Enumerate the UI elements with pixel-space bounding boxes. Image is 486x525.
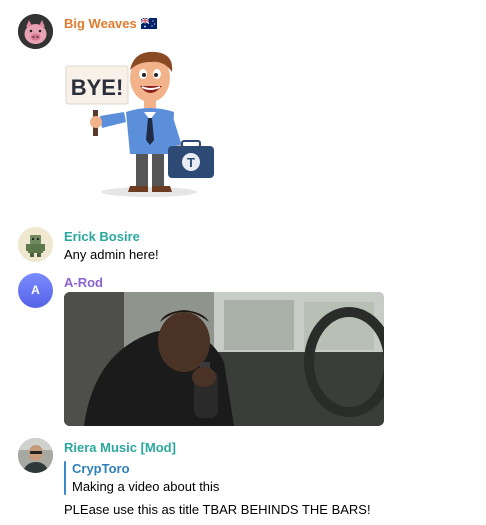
author-name[interactable]: Big Weaves bbox=[64, 16, 157, 32]
pig-avatar-icon[interactable] bbox=[18, 14, 53, 49]
businessman-bye-sticker[interactable]: BYE! T bbox=[64, 46, 224, 200]
reply-author-name[interactable]: CrypToro bbox=[72, 461, 130, 477]
author-name[interactable]: Erick Bosire bbox=[64, 229, 140, 245]
australia-flag-icon bbox=[140, 17, 157, 29]
sign-text: BYE! bbox=[71, 75, 124, 100]
author-name[interactable]: A-Rod bbox=[64, 275, 103, 291]
reply-accent-bar bbox=[64, 461, 66, 495]
letter-avatar[interactable]: A bbox=[18, 273, 53, 308]
author-name-text: Big Weaves bbox=[64, 16, 137, 31]
robot-avatar-icon[interactable] bbox=[18, 227, 53, 262]
author-name[interactable]: Riera Music [Mod] bbox=[64, 440, 176, 456]
person-photo-avatar-icon[interactable] bbox=[18, 438, 53, 473]
message-text: PLEase use this as title TBAR BEHINDS TH… bbox=[64, 502, 371, 517]
reply-quoted-text[interactable]: Making a video about this bbox=[72, 479, 219, 495]
briefcase-letter: T bbox=[187, 155, 195, 170]
video-gif-thumbnail[interactable] bbox=[64, 292, 384, 426]
message-text: Any admin here! bbox=[64, 247, 159, 262]
